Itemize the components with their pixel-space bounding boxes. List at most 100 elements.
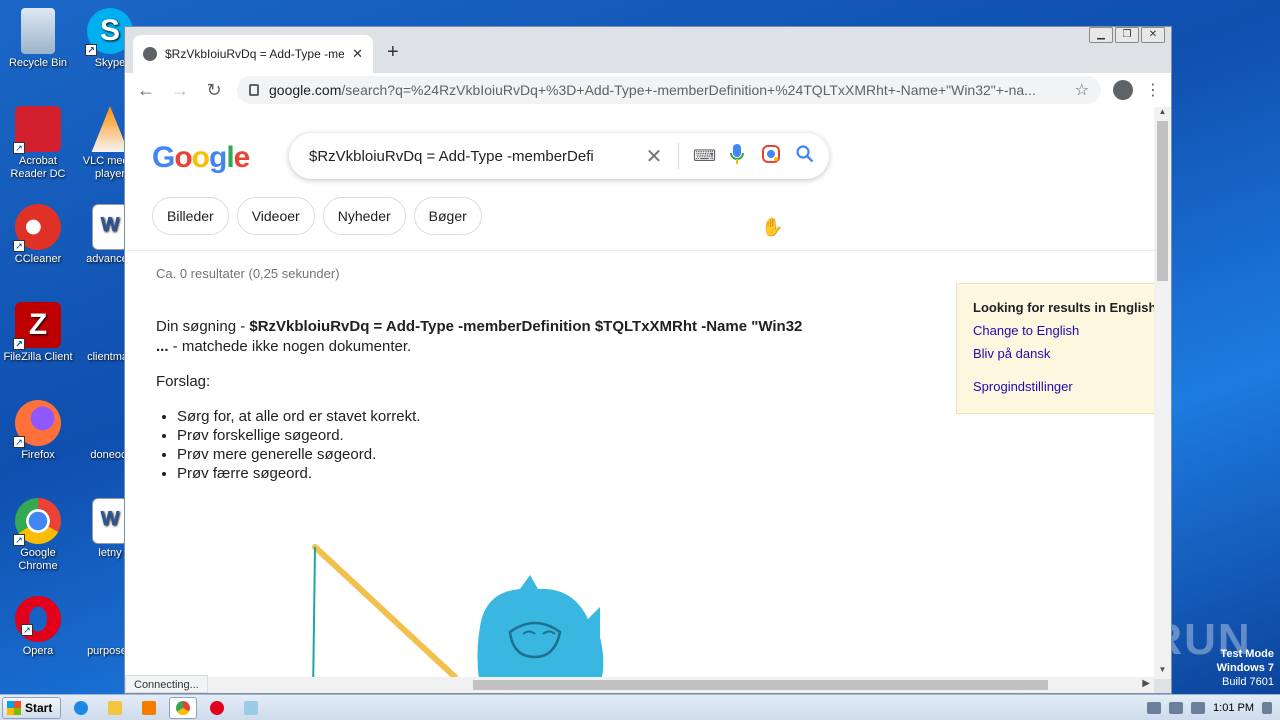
- clock[interactable]: 1:01 PM: [1213, 702, 1254, 714]
- vertical-scrollbar[interactable]: ▲ ▼: [1154, 107, 1171, 679]
- show-desktop-icon[interactable]: [1262, 701, 1272, 714]
- reload-icon[interactable]: ↻: [203, 80, 225, 101]
- tab-title: $RzVkbIoiuRvDq = Add-Type -memb: [165, 47, 345, 61]
- taskbar-file-explorer[interactable]: [101, 697, 129, 719]
- close-window-button[interactable]: ✕: [1141, 27, 1165, 43]
- header-divider: [125, 250, 1154, 251]
- bookmark-star-icon[interactable]: ☆: [1075, 80, 1089, 100]
- desktop-icon-filezilla[interactable]: Z ↗ FileZilla Client: [0, 302, 76, 364]
- test-mode-line1: Test Mode: [1220, 648, 1274, 660]
- tab-close-icon[interactable]: ✕: [352, 46, 363, 62]
- start-label: Start: [25, 700, 53, 715]
- restore-button[interactable]: ❐: [1115, 27, 1139, 43]
- keyboard-icon[interactable]: ⌨: [693, 146, 716, 166]
- clear-search-icon[interactable]: ✕: [644, 144, 664, 169]
- microphone-icon[interactable]: [727, 143, 747, 169]
- shortcut-arrow-icon: ↗: [13, 142, 25, 154]
- desktop-icon-label: Acrobat Reader DC: [10, 155, 66, 180]
- word-document-icon: W: [92, 204, 128, 250]
- shortcut-arrow-icon: ↗: [13, 240, 25, 252]
- lang-box-heading: Looking for results in English: [973, 300, 1154, 315]
- profile-avatar-icon[interactable]: [1113, 80, 1133, 100]
- forward-arrow-icon[interactable]: →: [169, 80, 191, 101]
- chip-videos[interactable]: Videoer: [236, 197, 315, 235]
- language-suggestion-box: Looking for results in English Change to…: [956, 283, 1154, 414]
- url-path: /search?q=%24RzVkbIoiuRvDq+%3D+Add-Type+…: [341, 82, 1036, 98]
- search-icon[interactable]: [795, 144, 815, 168]
- change-to-english-link[interactable]: Change to English: [973, 323, 1149, 338]
- taskbar-internet-explorer[interactable]: [67, 697, 95, 719]
- result-stats: Ca. 0 resultater (0,25 sekunder): [156, 266, 340, 281]
- desktop-icon-label: Firefox: [21, 449, 55, 461]
- logo-letter: o: [174, 141, 192, 174]
- test-mode-notice: Test Mode Windows 7 Build 7601: [1217, 647, 1274, 689]
- no-results-suffix: - matchede ikke nogen dokumenter.: [168, 338, 412, 355]
- desktop-icon-label: CCleaner: [14, 253, 62, 265]
- vertical-scroll-thumb[interactable]: [1157, 121, 1168, 281]
- search-input[interactable]: $RzVkbloiuRvDq = Add-Type -memberDefi: [309, 148, 630, 165]
- taskbar-opera[interactable]: [203, 697, 231, 719]
- chip-news[interactable]: Nyheder: [322, 197, 406, 235]
- search-separator: [678, 143, 679, 169]
- browser-tab-active[interactable]: $RzVkbIoiuRvDq = Add-Type -memb ✕: [133, 35, 373, 73]
- shortcut-arrow-icon: ↗: [85, 44, 97, 56]
- minimize-button[interactable]: ▁: [1089, 27, 1113, 43]
- desktop-icon-acrobat[interactable]: ↗ Acrobat Reader DC: [0, 106, 76, 181]
- menu-kebab-icon[interactable]: ⋮: [1145, 80, 1161, 100]
- desktop-icon-firefox[interactable]: ↗ Firefox: [0, 400, 76, 462]
- list-item: Sørg for, at alle ord er stavet korrekt.: [177, 407, 420, 426]
- shortcut-arrow-icon: ↗: [13, 338, 25, 350]
- url-text[interactable]: google.com/search?q=%24RzVkbIoiuRvDq+%3D…: [269, 82, 1065, 98]
- lock-icon: [249, 84, 259, 96]
- taskbar-media-player[interactable]: [135, 697, 163, 719]
- url-host: google.com: [269, 82, 342, 98]
- test-mode-line2: Windows 7: [1216, 662, 1274, 674]
- search-filter-chips: Billeder Videoer Nyheder Bøger: [152, 197, 482, 235]
- desktop-icon-label: Recycle Bin: [8, 57, 68, 69]
- desktop-icon-recycle-bin[interactable]: Recycle Bin: [0, 8, 76, 70]
- desktop-icon-chrome[interactable]: ↗ Google Chrome: [0, 498, 76, 573]
- logo-letter: l: [226, 141, 234, 174]
- language-settings-link[interactable]: Sprogindstillinger: [973, 379, 1149, 394]
- horizontal-scrollbar[interactable]: ▶: [125, 677, 1154, 693]
- media-player-icon: [142, 700, 157, 715]
- logo-letter: e: [233, 141, 251, 174]
- word-document-icon: W: [92, 498, 128, 544]
- opera-icon: [210, 700, 225, 715]
- scroll-right-arrow-icon[interactable]: ▶: [1142, 678, 1150, 689]
- ccleaner-icon: ↗: [13, 204, 61, 252]
- network-icon[interactable]: [1169, 701, 1184, 714]
- scroll-up-arrow-icon[interactable]: ▲: [1154, 107, 1171, 121]
- taskbar-notepad[interactable]: [237, 697, 265, 719]
- google-logo[interactable]: Google: [152, 141, 251, 175]
- internet-explorer-icon: [74, 700, 89, 715]
- horizontal-scroll-thumb[interactable]: [473, 680, 1048, 690]
- desktop-icon-ccleaner[interactable]: ↗ CCleaner: [0, 204, 76, 266]
- address-bar[interactable]: google.com/search?q=%24RzVkbIoiuRvDq+%3D…: [237, 76, 1101, 104]
- chip-images[interactable]: Billeder: [152, 197, 229, 235]
- back-arrow-icon[interactable]: ←: [135, 80, 157, 101]
- hand-cursor-icon: ✋: [761, 217, 784, 237]
- search-box[interactable]: $RzVkbloiuRvDq = Add-Type -memberDefi ✕ …: [289, 133, 829, 179]
- acrobat-icon: ↗: [13, 106, 61, 154]
- google-lens-icon[interactable]: [761, 144, 781, 169]
- page-viewport: Google $RzVkbloiuRvDq = Add-Type -member…: [125, 107, 1154, 679]
- no-results-prefix: Din søgning -: [156, 318, 250, 335]
- taskbar: Start 1:01 PM: [0, 694, 1280, 720]
- scroll-down-arrow-icon[interactable]: ▼: [1154, 665, 1171, 679]
- speaker-icon[interactable]: [1147, 701, 1162, 714]
- action-center-flag-icon[interactable]: [1191, 701, 1206, 714]
- window-controls: ▁ ❐ ✕: [1089, 27, 1165, 43]
- list-item: Prøv mere generelle søgeord.: [177, 445, 420, 464]
- windows-flag-icon: [7, 700, 21, 715]
- globe-icon: [143, 47, 157, 61]
- chip-books[interactable]: Bøger: [413, 197, 482, 235]
- new-tab-button[interactable]: +: [387, 41, 399, 64]
- start-button[interactable]: Start: [2, 696, 62, 719]
- taskbar-chrome[interactable]: [169, 696, 198, 719]
- desktop-icon-opera[interactable]: ↗ Opera: [0, 596, 76, 658]
- logo-letter: o: [191, 141, 210, 174]
- stay-danish-link[interactable]: Bliv på dansk: [973, 346, 1149, 361]
- desktop-icon-label: Opera: [22, 645, 54, 657]
- shortcut-arrow-icon: ↗: [13, 436, 25, 448]
